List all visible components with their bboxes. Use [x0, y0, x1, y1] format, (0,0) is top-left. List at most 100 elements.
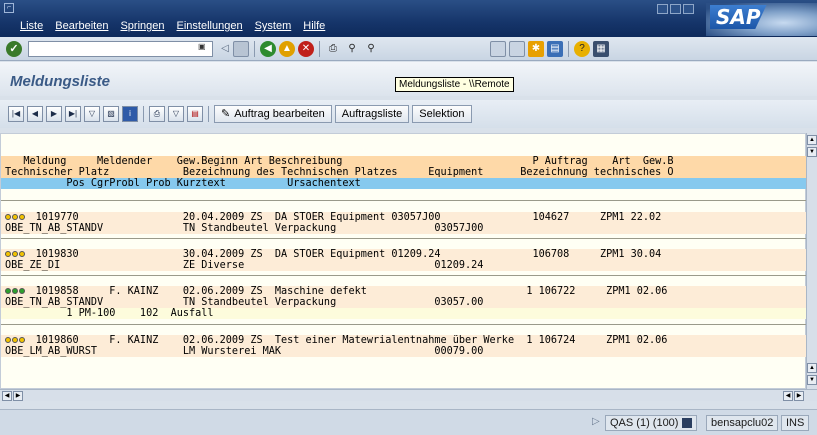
list-item[interactable]: 1019858 F. KAINZ 02.06.2009 ZS Maschine … [1, 286, 807, 297]
status-traffic-light-icon [5, 286, 25, 294]
scroll-up-page-icon[interactable]: ▼ [807, 147, 817, 157]
record-line1: 1019858 F. KAINZ 02.06.2009 ZS Maschine … [5, 286, 668, 297]
enter-button[interactable]: ✓ [6, 41, 22, 57]
back-arrow-icon[interactable]: ◁ [220, 41, 230, 57]
header-3-text: Pos CgrProbl Prob Kurztext Ursachentext [5, 178, 361, 189]
list-item-line2[interactable]: OBE_LM_AB_WURST LM Wursterei MAK 00079.0… [1, 346, 807, 357]
list-item[interactable]: 1019860 F. KAINZ 02.06.2009 ZS Test eine… [1, 335, 807, 346]
command-history-icon[interactable]: ▣ [198, 42, 206, 51]
separator [208, 106, 209, 122]
help-icon[interactable]: ? [574, 41, 590, 57]
scroll-down-page-icon[interactable]: ▲ [807, 363, 817, 373]
status-traffic-light-icon [5, 335, 25, 343]
cancel-icon[interactable]: ✕ [298, 41, 314, 57]
record-line1: 1019860 F. KAINZ 02.06.2009 ZS Test eine… [5, 335, 668, 346]
filter-icon[interactable]: ▽ [84, 106, 100, 122]
first-page-icon[interactable] [490, 41, 506, 57]
sort-icon[interactable]: ▽ [168, 106, 184, 122]
auftragsliste-button[interactable]: Auftragsliste [334, 105, 410, 123]
maximize-button[interactable] [670, 4, 681, 14]
menu-einstellungen[interactable]: Einstellungen [177, 20, 243, 32]
list-subitem[interactable]: 1 PM-100 102 Ausfall [1, 308, 807, 319]
first-item-icon[interactable]: |◀ [8, 106, 24, 122]
record-line2: OBE_TN_AB_STANDV TN Standbeutel Verpacku… [5, 223, 484, 234]
title-bar: ⌐ Liste Bearbeiten Springen Einstellunge… [0, 0, 817, 37]
record-subline: 1 PM-100 102 Ausfall [5, 308, 214, 319]
status-traffic-light-icon [5, 212, 25, 220]
menu-hilfe[interactable]: Hilfe [303, 20, 325, 32]
selektion-button[interactable]: Selektion [412, 105, 472, 123]
previous-item-icon[interactable]: ◀ [27, 106, 43, 122]
list-header-3: Pos CgrProbl Prob Kurztext Ursachentext [1, 178, 807, 189]
row-separator [1, 275, 807, 276]
record-line1: 1019830 30.04.2009 ZS DA STOER Equipment… [5, 249, 662, 260]
server-info: bensapclu02 [706, 415, 779, 431]
command-field[interactable] [28, 41, 213, 57]
pencil-icon: ✎ [221, 108, 231, 120]
list-item-line2[interactable]: OBE_ZE_DI ZE Diverse 01209.24 [1, 260, 807, 271]
sap-logo: SAP [706, 3, 817, 36]
minimize-button[interactable] [657, 4, 668, 14]
auftrag-bearbeiten-label: Auftrag bearbeiten [234, 108, 325, 120]
window-buttons [657, 4, 694, 14]
scroll-left-end-icon[interactable]: ◀ [783, 391, 793, 401]
menu-system[interactable]: System [255, 20, 292, 32]
select-icon[interactable]: ▧ [103, 106, 119, 122]
menu-liste[interactable]: Liste [20, 20, 43, 32]
menu-bar: Liste Bearbeiten Springen Einstellungen … [20, 20, 325, 32]
scroll-right-icon[interactable]: ▶ [13, 391, 23, 401]
export-icon[interactable]: ▤ [187, 106, 203, 122]
system-toolbar: ✓ ▣ ◁ ◀ ▲ ✕ ⎙ ⚲ ⚲ Meldungsliste - \\Remo… [0, 37, 817, 92]
separator [568, 41, 569, 57]
status-expand-icon[interactable]: ▷ [592, 416, 600, 427]
horizontal-scrollbar[interactable]: ◀ ▶ ◀ ▶ [0, 389, 817, 401]
status-bar: ▷ QAS (1) (100) bensapclu02 INS [0, 409, 817, 435]
previous-page-icon[interactable] [509, 41, 525, 57]
menu-springen[interactable]: Springen [120, 20, 164, 32]
list-header-1: Meldung Meldender Gew.Beginn Art Beschre… [1, 156, 807, 167]
list-item-line2[interactable]: OBE_TN_AB_STANDV TN Standbeutel Verpacku… [1, 297, 807, 308]
print-icon[interactable]: ⎙ [325, 41, 341, 57]
find-icon[interactable]: ⚲ [344, 41, 360, 57]
scroll-right-end-icon[interactable]: ▶ [794, 391, 804, 401]
scroll-up-icon[interactable]: ▲ [807, 135, 817, 145]
details-icon[interactable]: i [122, 106, 138, 122]
vertical-scrollbar[interactable]: ▲ ▼ ▲ ▼ [806, 133, 817, 389]
list-item[interactable]: 1019770 20.04.2009 ZS DA STOER Equipment… [1, 212, 807, 223]
back-icon[interactable]: ◀ [260, 41, 276, 57]
record-line1: 1019770 20.04.2009 ZS DA STOER Equipment… [5, 212, 662, 223]
layout-menu-icon[interactable]: ▦ [593, 41, 609, 57]
system-info-text: QAS (1) (100) [610, 417, 679, 429]
system-menu-icon[interactable]: ⌐ [4, 3, 14, 13]
scroll-left-icon[interactable]: ◀ [2, 391, 12, 401]
row-separator [1, 200, 807, 201]
menu-bearbeiten[interactable]: Bearbeiten [55, 20, 108, 32]
status-traffic-light-icon [5, 249, 25, 257]
next-item-icon[interactable]: ▶ [46, 106, 62, 122]
record-line2: OBE_LM_AB_WURST LM Wursterei MAK 00079.0… [5, 346, 484, 357]
record-line2: OBE_TN_AB_STANDV TN Standbeutel Verpacku… [5, 297, 484, 308]
find-next-icon[interactable]: ⚲ [363, 41, 379, 57]
row-separator [1, 238, 807, 239]
save-icon[interactable] [233, 41, 249, 57]
tooltip: Meldungsliste - \\Remote [395, 77, 514, 92]
auftrag-bearbeiten-button[interactable]: ✎ Auftrag bearbeiten [214, 105, 332, 123]
create-session-icon[interactable]: ✱ [528, 41, 544, 57]
exit-icon[interactable]: ▲ [279, 41, 295, 57]
system-toolbar-icons: ◁ ◀ ▲ ✕ ⎙ ⚲ ⚲ [220, 41, 379, 57]
header-2-text: Technischer Platz Bezeichnung des Techni… [5, 167, 674, 178]
system-info-dropdown-icon[interactable] [681, 418, 692, 429]
scroll-down-icon[interactable]: ▼ [807, 375, 817, 385]
close-button[interactable] [683, 4, 694, 14]
insert-mode: INS [781, 415, 810, 431]
record-line2: OBE_ZE_DI ZE Diverse 01209.24 [5, 260, 484, 271]
list-item-line2[interactable]: OBE_TN_AB_STANDV TN Standbeutel Verpacku… [1, 223, 807, 234]
system-info[interactable]: QAS (1) (100) [605, 415, 697, 431]
separator [143, 106, 144, 122]
shortcut-icon[interactable]: ▤ [547, 41, 563, 57]
list-item[interactable]: 1019830 30.04.2009 ZS DA STOER Equipment… [1, 249, 807, 260]
last-item-icon[interactable]: ▶| [65, 106, 81, 122]
application-toolbar: |◀ ◀ ▶ ▶| ▽ ▧ i ⎙ ▽ ▤ ✎ Auftrag bearbeite… [0, 100, 817, 128]
separator [319, 41, 320, 57]
print-list-icon[interactable]: ⎙ [149, 106, 165, 122]
